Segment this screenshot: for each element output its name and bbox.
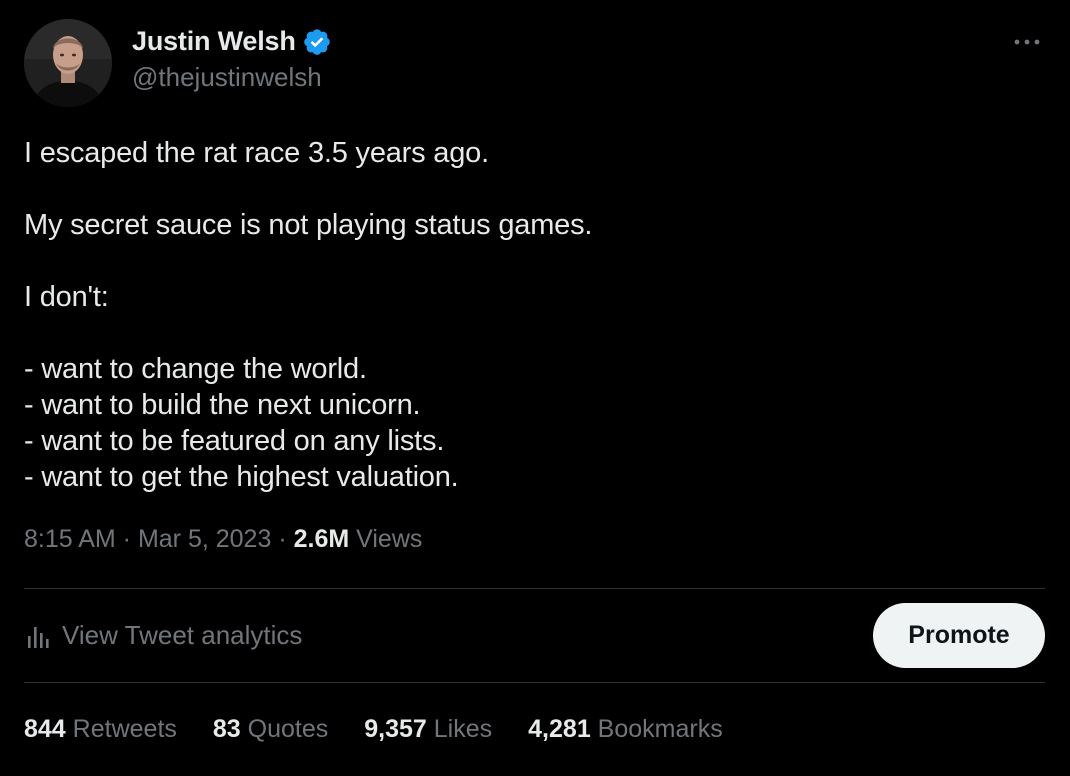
likes-stat[interactable]: 9,357 Likes [364, 715, 492, 744]
tweet-text-line: I don't: [24, 281, 109, 313]
analytics-label: View Tweet analytics [62, 620, 303, 650]
tweet-metadata: 8:15 AM · Mar 5, 2023 · 2.6M Views [24, 525, 422, 554]
meta-separator: · [115, 525, 138, 553]
tweet-text-line: - want to change the world. [24, 353, 367, 385]
quotes-stat[interactable]: 83 Quotes [213, 715, 328, 744]
view-tweet-analytics-link[interactable]: View Tweet analytics [26, 620, 302, 651]
tweet-text-line: My secret sauce is not playing status ga… [24, 209, 593, 241]
author-name-row: Justin Welsh [132, 26, 332, 57]
views-count: 2.6M [293, 525, 350, 553]
tweet-text: I escaped the rat race 3.5 years ago. My … [24, 135, 1024, 495]
author-handle[interactable]: @thejustinwelsh [132, 62, 322, 93]
avatar-image [24, 19, 112, 107]
divider [24, 588, 1045, 589]
tweet-text-line [24, 171, 1024, 207]
divider [24, 682, 1045, 683]
views-label: Views [349, 525, 423, 553]
engagement-stats: 844 Retweets 83 Quotes 9,357 Likes 4,281… [24, 715, 759, 744]
verified-badge-icon[interactable] [302, 27, 332, 57]
tweet-text-line [24, 315, 1024, 351]
tweet-text-line: - want to get the highest valuation. [24, 461, 459, 493]
tweet-date[interactable]: Mar 5, 2023 [138, 525, 271, 553]
tweet-text-line: I escaped the rat race 3.5 years ago. [24, 137, 489, 169]
retweets-stat[interactable]: 844 Retweets [24, 715, 177, 744]
tweet-time[interactable]: 8:15 AM [24, 525, 116, 553]
avatar[interactable] [24, 19, 112, 107]
tweet-text-line [24, 243, 1024, 279]
author-display-name[interactable]: Justin Welsh [132, 26, 296, 57]
promote-button[interactable]: Promote [873, 603, 1045, 668]
tweet-detail: Justin Welsh @thejustinwelsh I escaped t… [0, 0, 1070, 776]
tweet-text-line: - want to build the next unicorn. [24, 389, 421, 421]
meta-separator: · [271, 525, 294, 553]
more-horizontal-icon[interactable] [1012, 30, 1042, 54]
tweet-text-line: - want to be featured on any lists. [24, 425, 445, 457]
analytics-bars-icon [28, 626, 49, 648]
bookmarks-stat[interactable]: 4,281 Bookmarks [528, 715, 723, 744]
